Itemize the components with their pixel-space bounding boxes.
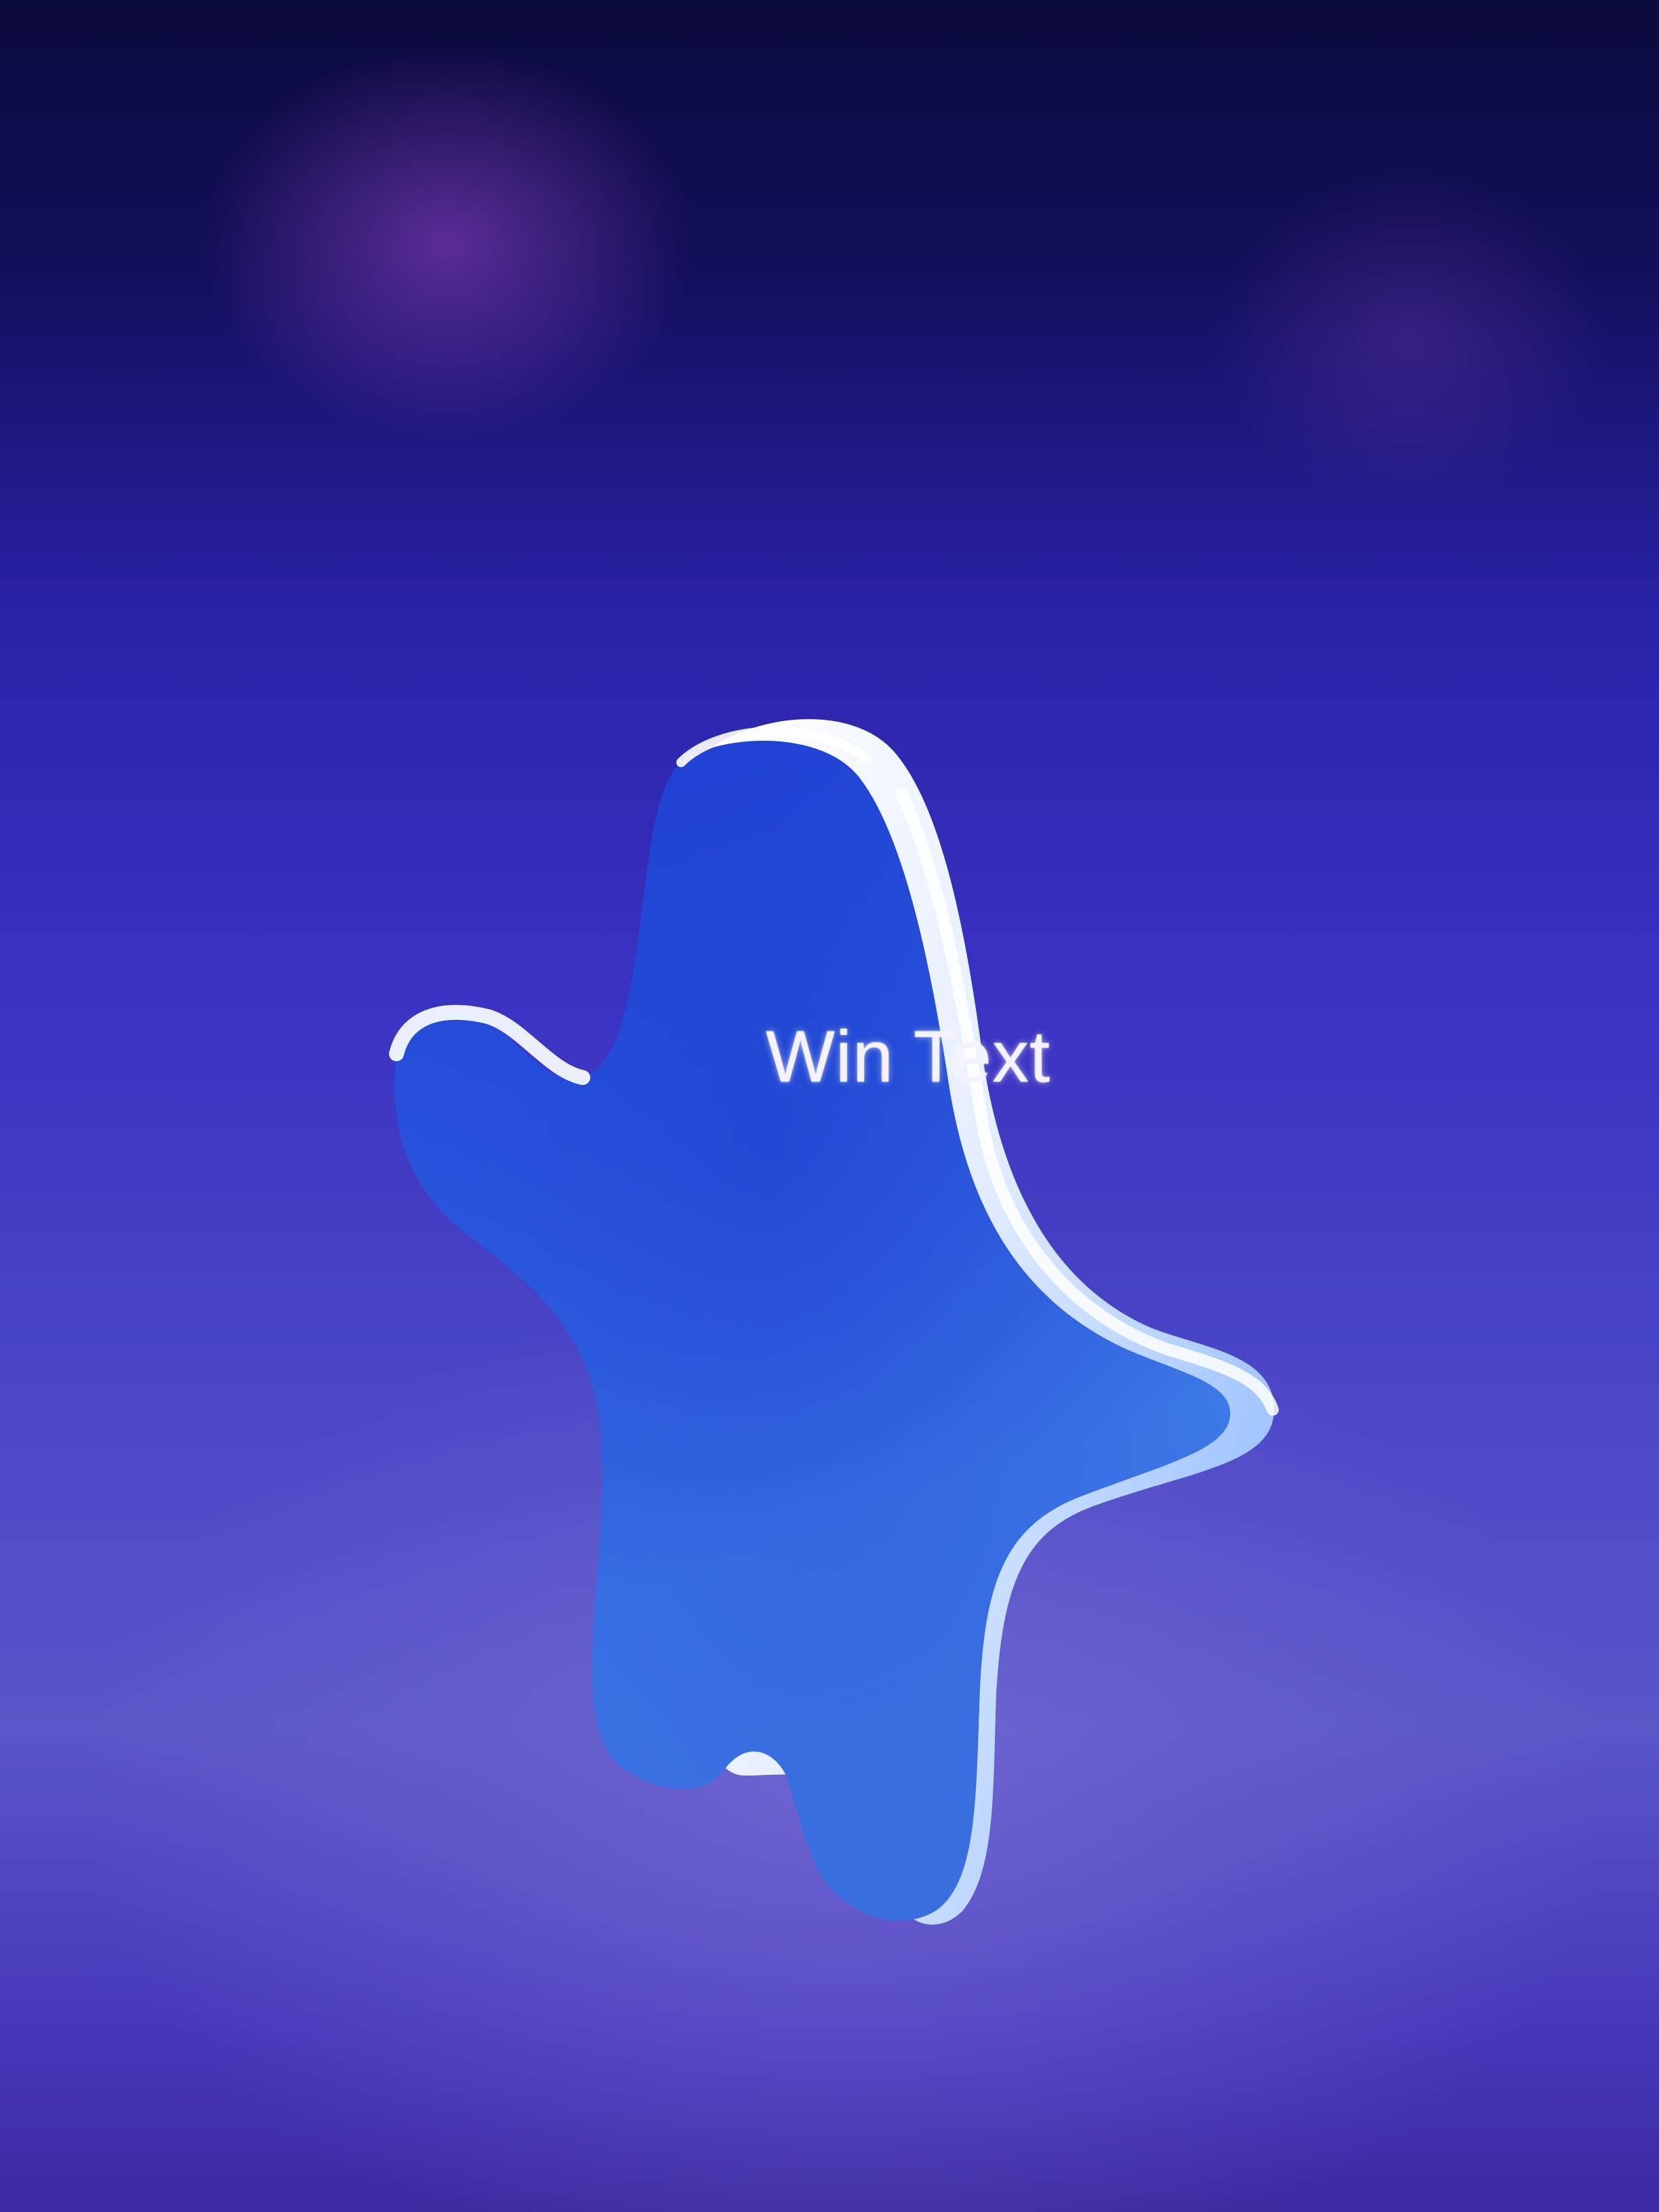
win-text-label: Win Text bbox=[766, 1015, 1051, 1097]
game-scene: Win Text bbox=[0, 0, 1659, 2212]
star-ghost-mascot-icon bbox=[389, 719, 1279, 1925]
